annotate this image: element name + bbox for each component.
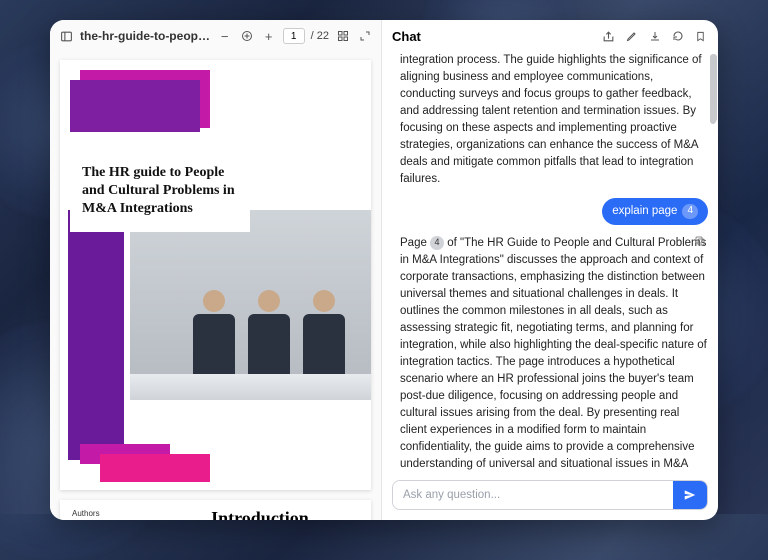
zoom-reset-icon[interactable]	[239, 28, 255, 44]
assistant-message: Page 4 of "The HR Guide to People and Cu…	[400, 235, 708, 474]
page-badge: 4	[682, 204, 698, 219]
chat-input-wrap	[392, 480, 708, 510]
zoom-out-icon[interactable]: −	[217, 28, 233, 44]
edit-icon[interactable]	[624, 29, 639, 44]
app-window: the-hr-guide-to-people-and... − + / 22	[50, 20, 718, 520]
chat-title: Chat	[392, 29, 593, 44]
authors-label: Authors	[72, 508, 111, 520]
chat-pane: Chat integration process. The guide high…	[382, 20, 718, 520]
document-page-2: Authors Jim McKay Introduction	[60, 500, 371, 520]
chat-input-row	[382, 474, 718, 520]
document-pane: the-hr-guide-to-people-and... − + / 22	[50, 20, 382, 520]
assistant-text: integration process. The guide highlight…	[400, 54, 702, 185]
user-message: explain page 4	[400, 198, 708, 225]
page-number-input[interactable]	[283, 28, 305, 44]
thumbnails-icon[interactable]	[335, 28, 351, 44]
share-icon[interactable]	[601, 29, 616, 44]
chat-messages[interactable]: integration process. The guide highlight…	[382, 52, 718, 474]
cover-decoration	[70, 80, 200, 132]
authors-block: Authors Jim McKay	[72, 508, 111, 520]
download-icon[interactable]	[647, 29, 662, 44]
cover-photo	[130, 210, 371, 400]
user-prompt-pill[interactable]: explain page 4	[602, 198, 708, 225]
page-total: / 22	[311, 30, 329, 42]
document-page-1: The HR guide to People and Cultural Prob…	[60, 60, 371, 490]
cover-decoration	[100, 454, 210, 482]
chat-scrollbar[interactable]	[710, 54, 716, 124]
document-scroll[interactable]: The HR guide to People and Cultural Prob…	[50, 52, 381, 520]
chat-header: Chat	[382, 20, 718, 52]
send-button[interactable]	[673, 481, 707, 509]
cover-title: The HR guide to People and Cultural Prob…	[82, 164, 238, 218]
introduction-heading: Introduction	[211, 508, 309, 520]
bookmark-icon[interactable]	[693, 29, 708, 44]
refresh-icon[interactable]	[670, 29, 685, 44]
document-title: the-hr-guide-to-people-and...	[80, 29, 211, 43]
assistant-message: integration process. The guide highlight…	[400, 52, 708, 188]
cover-decoration	[68, 210, 124, 460]
cover-title-box: The HR guide to People and Cultural Prob…	[70, 152, 250, 232]
assistant-text-prefix: Page	[400, 237, 430, 249]
zoom-in-icon[interactable]: +	[261, 28, 277, 44]
assistant-text-body: of "The HR Guide to People and Cultural …	[400, 237, 707, 474]
user-prompt-label: explain page	[612, 203, 677, 220]
chat-input[interactable]	[393, 481, 673, 509]
document-toolbar: the-hr-guide-to-people-and... − + / 22	[50, 20, 381, 52]
copy-icon[interactable]	[694, 235, 708, 249]
expand-icon[interactable]	[357, 28, 373, 44]
sidebar-toggle-icon[interactable]	[58, 28, 74, 44]
page-ref-badge[interactable]: 4	[430, 236, 444, 250]
